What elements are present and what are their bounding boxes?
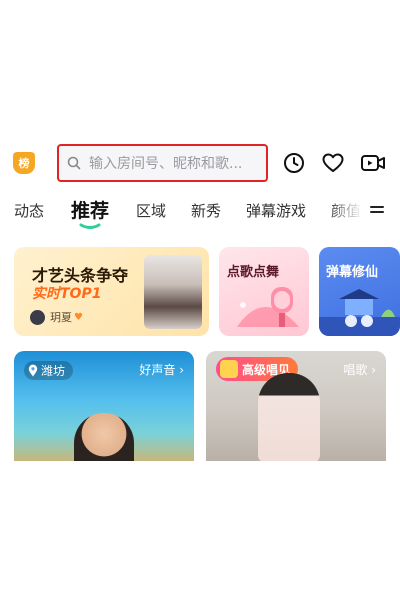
heart-badge-icon: ♥ xyxy=(74,311,83,323)
tab-danmaku-games[interactable]: 弹幕游戏 xyxy=(246,200,306,221)
streamer-thumbnail xyxy=(74,413,134,461)
featured-card-song-dance[interactable]: 点歌点舞 xyxy=(219,247,309,336)
history-clock-icon[interactable] xyxy=(282,151,306,175)
featured-card-talent-top[interactable]: 才艺头条争夺 实时TOP1 玥夏 ♥ xyxy=(14,247,209,336)
active-tab-indicator xyxy=(79,223,101,229)
stream-card[interactable]: 高级唱见 唱歌 › xyxy=(206,351,386,461)
top-bar: 榜 输入房间号、昵称和歌... xyxy=(0,138,400,188)
stream-card[interactable]: 潍坊 好声音 › xyxy=(14,351,194,461)
tab-recommend[interactable]: 推荐 xyxy=(71,196,109,223)
start-live-video-icon[interactable] xyxy=(360,151,386,175)
featured-subtitle: 实时TOP1 xyxy=(32,286,102,302)
stream-category[interactable]: 好声音 › xyxy=(139,361,184,378)
location-pin-icon xyxy=(28,364,38,377)
stream-category[interactable]: 唱歌 › xyxy=(343,361,376,378)
tabs-fade xyxy=(328,196,362,228)
location-tag: 潍坊 xyxy=(24,361,74,380)
heart-icon[interactable] xyxy=(321,151,345,175)
featured-user: 玥夏 ♥ xyxy=(30,309,83,325)
streamer-thumbnail xyxy=(258,373,320,461)
avatar xyxy=(30,309,45,325)
featured-card-danmaku-cultivation[interactable]: 弹幕修仙 xyxy=(319,247,400,336)
pagoda-illustration-icon xyxy=(319,289,400,336)
tab-newcomer[interactable]: 新秀 xyxy=(191,200,221,221)
tab-dynamic[interactable]: 动态 xyxy=(14,200,44,221)
gift-icon xyxy=(220,360,238,378)
more-tabs-menu-icon[interactable] xyxy=(370,206,384,218)
search-icon xyxy=(67,156,81,170)
microphone-illustration-icon xyxy=(237,287,299,327)
featured-username: 玥夏 xyxy=(50,311,72,324)
streamer-photo xyxy=(144,255,202,329)
tab-region[interactable]: 区域 xyxy=(136,200,166,221)
category-tabs: 动态 推荐 区域 新秀 弹幕游戏 颜值 xyxy=(0,196,400,232)
ranking-badge-icon[interactable]: 榜 xyxy=(13,152,35,174)
search-placeholder: 输入房间号、昵称和歌... xyxy=(89,156,243,172)
location-label: 潍坊 xyxy=(41,364,66,378)
search-input[interactable]: 输入房间号、昵称和歌... xyxy=(57,144,268,182)
